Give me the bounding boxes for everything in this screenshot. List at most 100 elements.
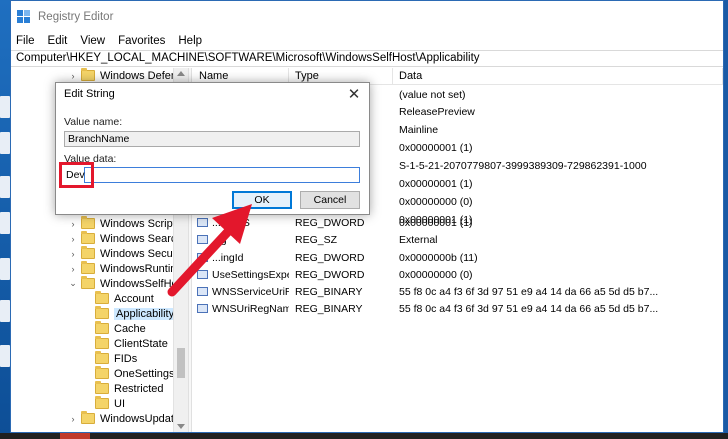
tree-item[interactable]: › Windows Script F — [67, 216, 186, 231]
value-type: REG_DWORD — [295, 251, 365, 264]
tree-item[interactable]: › WindowsUpdate — [67, 411, 180, 426]
cancel-button[interactable]: Cancel — [300, 191, 360, 209]
folder-icon — [81, 411, 95, 424]
desktop-icon[interactable] — [0, 212, 10, 234]
tree-item-label: OneSettings — [114, 367, 175, 380]
value-row[interactable]: ...ealOS REG_DWORD 0x00000001 (1) — [193, 215, 723, 230]
annotation-highlight-box — [59, 162, 94, 188]
value-row[interactable]: UseSettingsExpe... REG_DWORD 0x00000000 (0… — [193, 267, 723, 282]
value-type: REG_SZ — [295, 233, 338, 246]
tree-item-label: Account — [114, 292, 154, 305]
folder-icon — [81, 276, 95, 289]
value-name: ...g — [193, 234, 289, 246]
scroll-thumb[interactable] — [177, 348, 185, 378]
window-title: Registry Editor — [38, 10, 114, 23]
tree-item-label: Windows Defend — [100, 69, 184, 82]
close-icon[interactable]: ✕ — [339, 85, 369, 103]
tree-item[interactable]: FIDs — [81, 351, 137, 366]
scroll-up-icon[interactable] — [177, 71, 185, 76]
dialog-title: Edit String — [64, 88, 115, 100]
expand-chevron-icon[interactable]: › — [67, 71, 79, 81]
folder-icon — [95, 336, 109, 349]
value-name-text: ...ingId — [212, 251, 244, 264]
value-name-text: ...g — [212, 233, 227, 246]
menu-file[interactable]: File — [16, 35, 35, 47]
tree-item[interactable]: Restricted — [81, 381, 164, 396]
tree-item[interactable]: Cache — [81, 321, 146, 336]
tree-item[interactable]: ClientState — [81, 336, 168, 351]
folder-icon — [95, 366, 109, 379]
tree-item-label: Windows Search — [100, 232, 183, 245]
value-data: External — [399, 233, 438, 246]
tree-item-label: ClientState — [114, 337, 168, 350]
folder-icon — [81, 216, 95, 229]
expand-chevron-icon[interactable]: › — [67, 219, 79, 229]
registry-app-icon — [17, 10, 30, 23]
tree-item[interactable]: › Windows Security — [67, 246, 187, 261]
desktop-icon[interactable] — [0, 96, 10, 118]
value-name: WNSServiceUriR... — [193, 286, 289, 298]
desktop-right-strip — [724, 0, 728, 439]
ok-button[interactable]: OK — [232, 191, 292, 209]
menu-edit[interactable]: Edit — [48, 35, 68, 47]
value-data: 0x00000001 (1) — [399, 141, 473, 154]
tree-item[interactable]: Account — [81, 291, 154, 306]
dword-value-icon — [197, 253, 208, 262]
tree-item[interactable]: OneSettings — [81, 366, 175, 381]
value-type: REG_DWORD — [295, 268, 365, 281]
value-name-label: Value name: — [64, 116, 123, 128]
scroll-down-icon[interactable] — [177, 424, 185, 429]
address-bar[interactable]: Computer\HKEY_LOCAL_MACHINE\SOFTWARE\Mic… — [11, 50, 723, 67]
value-row[interactable]: WNSUriRegName REG_BINARY 55 f8 0c a4 f3 6f… — [193, 301, 723, 316]
value-name-text: UseSettingsExpe... — [212, 268, 289, 281]
pdf-taskbar-icon[interactable] — [60, 433, 90, 439]
value-data-field-frame[interactable] — [84, 167, 360, 183]
value-name-text: WNSUriRegName — [212, 302, 289, 315]
value-row[interactable]: ...g REG_SZ External — [193, 232, 723, 247]
value-data: 0x0000000b (11) — [399, 251, 478, 264]
folder-icon — [95, 351, 109, 364]
tree-item-selected[interactable]: Applicability — [81, 306, 177, 321]
value-data: 55 f8 0c a4 f3 6f 3d 97 51 e9 a4 14 da 6… — [399, 302, 659, 315]
value-type: REG_BINARY — [295, 285, 363, 298]
expand-chevron-icon[interactable]: › — [67, 264, 79, 274]
value-data: S-1-5-21-2070779807-3999389309-729862391… — [399, 159, 647, 172]
expand-chevron-icon[interactable]: › — [67, 249, 79, 259]
desktop-icon[interactable] — [0, 345, 10, 367]
value-name: WNSUriRegName — [193, 303, 289, 315]
expand-chevron-icon[interactable]: › — [67, 414, 79, 424]
folder-icon — [95, 321, 109, 334]
tree-item-label: UI — [114, 397, 125, 410]
folder-icon — [81, 231, 95, 244]
taskbar — [0, 433, 728, 439]
registry-editor-window: Registry Editor File Edit View Favorites… — [10, 0, 724, 433]
tree-item[interactable]: UI — [81, 396, 125, 411]
column-data-header[interactable]: Data — [393, 68, 723, 84]
desktop-icon[interactable] — [0, 176, 10, 198]
menu-help[interactable]: Help — [178, 35, 202, 47]
menu-view[interactable]: View — [80, 35, 105, 47]
desktop-icon[interactable] — [0, 132, 10, 154]
tree-item-label: Cache — [114, 322, 146, 335]
menu-favorites[interactable]: Favorites — [118, 35, 165, 47]
tree-item[interactable]: › WindowsRuntime — [67, 261, 186, 276]
tree-item[interactable]: › Windows Defend — [67, 68, 183, 83]
desktop-left-strip — [0, 0, 10, 439]
desktop-icon[interactable] — [0, 300, 10, 322]
tree-item[interactable]: ⌄ WindowsSelfHos — [67, 276, 183, 291]
value-row[interactable]: ...ingId REG_DWORD 0x0000000b (11) — [193, 250, 723, 265]
dword-value-icon — [197, 270, 208, 279]
value-data: 55 f8 0c a4 f3 6f 3d 97 51 e9 a4 14 da 6… — [399, 285, 659, 298]
dialog-title-bar[interactable]: Edit String ✕ — [56, 83, 369, 105]
value-data: ReleasePreview — [399, 105, 475, 118]
title-bar[interactable]: Registry Editor — [11, 1, 723, 32]
collapse-chevron-icon[interactable]: ⌄ — [67, 278, 79, 289]
expand-chevron-icon[interactable]: › — [67, 234, 79, 244]
binary-value-icon — [197, 304, 208, 313]
value-row[interactable]: WNSServiceUriR... REG_BINARY 55 f8 0c a4 f… — [193, 284, 723, 299]
value-name: ...ingId — [193, 252, 289, 264]
tree-item-label: Applicability — [114, 307, 177, 320]
desktop-icon[interactable] — [0, 258, 10, 280]
value-type: REG_DWORD — [295, 216, 365, 229]
tree-item[interactable]: › Windows Search — [67, 231, 183, 246]
